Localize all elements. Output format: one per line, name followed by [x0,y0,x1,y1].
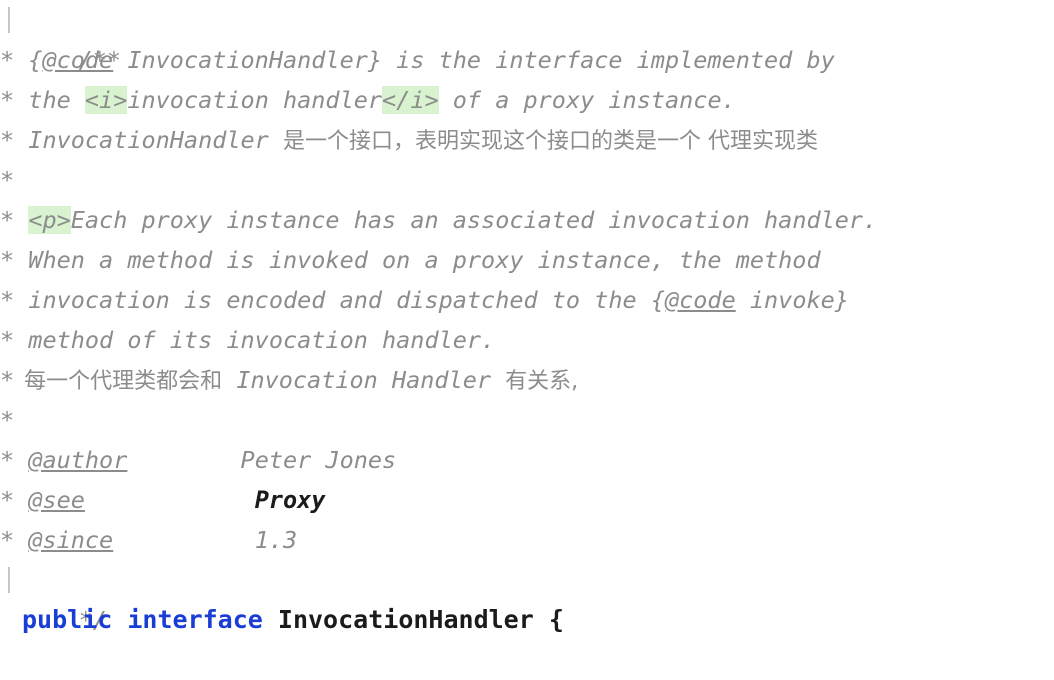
comment-text: Each proxy instance has an associated in… [70,206,878,234]
comment-text: { [14,46,43,74]
comment-text-cjk: 是一个接口，表明实现这个接口的类是一个 代理实现类 [282,129,818,154]
comment-text: invocation handler [127,86,383,114]
code-line: * 每一个代理类都会和 Invocation Handler 有关系, [0,360,1054,400]
comment-text-cjk: 每一个代理类都会和 [24,369,223,394]
javadoc-see-value[interactable]: Proxy [255,486,326,514]
fold-guide-icon[interactable] [8,7,10,33]
comment-asterisk: * [0,486,15,514]
keyword-public: public [22,605,113,634]
code-line: * method of its invocation handler. [0,320,1054,360]
comment-text: method of its invocation handler. [14,326,496,354]
javadoc-author-tag[interactable]: @author [28,446,127,474]
comment-gap [85,486,255,514]
code-line: * [0,160,1054,200]
comment-asterisk: * [0,86,15,114]
html-paragraph-tag: <p> [28,206,71,234]
code-line: * {@code InvocationHandler} is the inter… [0,40,1054,80]
comment-asterisk: * [0,246,15,274]
code-line: */ [0,560,1054,634]
javadoc-since-tag[interactable]: @since [28,526,113,554]
javadoc-see-tag[interactable]: @see [28,486,85,514]
comment-text: When a method is invoked on a proxy inst… [14,246,821,274]
comment-space [14,526,28,554]
type-name: InvocationHandler [277,605,534,634]
code-line: * @see Proxy [0,480,1054,520]
html-italic-open-tag: <i> [84,86,128,114]
code-line: * invocation is encoded and dispatched t… [0,280,1054,320]
code-line: * When a method is invoked on a proxy in… [0,240,1054,280]
javadoc-since-value: 1.3 [254,526,298,554]
comment-asterisk: * [0,366,15,394]
code-editor[interactable]: /** * {@code InvocationHandler} is the i… [0,0,1054,652]
comment-asterisk: * [0,446,15,474]
keyword-interface: interface [127,605,263,634]
comment-space [14,446,28,474]
code-line-declaration: public interface InvocationHandler { [0,600,1054,640]
comment-text-cjk: 有关系, [505,369,579,394]
comment-space [14,486,28,514]
comment-text [14,206,28,234]
comment-asterisk: * [0,126,15,154]
comment-text: InvocationHandler [14,126,283,154]
comment-text: invoke} [735,286,849,314]
comment-text: Invocation Handler [222,366,506,394]
comment-asterisk: * [0,326,15,354]
comment-asterisk: * [0,206,15,234]
code-line: * @author Peter Jones [0,440,1054,480]
comment-asterisk: * [0,46,15,74]
comment-text: the [14,86,85,114]
comment-asterisk: * [0,286,15,314]
html-italic-close-tag: </i> [382,86,439,114]
fold-guide-icon[interactable] [8,567,10,593]
code-line: * the <i>invocation handler</i> of a pro… [0,80,1054,120]
javadoc-code-tag[interactable]: @code [665,286,736,314]
open-brace: { [548,605,564,634]
comment-text: of a proxy instance. [438,86,736,114]
comment-text: invocation is encoded and dispatched to … [14,286,665,314]
comment-asterisk: * [0,526,15,554]
comment-gap [127,446,240,474]
javadoc-code-tag[interactable]: @code [42,46,113,74]
code-line: * <p>Each proxy instance has an associat… [0,200,1054,240]
comment-gap [113,526,254,554]
comment-text: InvocationHandler} is the interface impl… [113,46,835,74]
code-line: /** [0,0,1054,74]
comment-asterisk: * [0,406,15,434]
javadoc-author-value: Peter Jones [240,446,397,474]
code-line: * [0,400,1054,440]
code-line: * @since 1.3 [0,520,1054,560]
comment-asterisk: * [0,166,15,194]
code-line: * InvocationHandler 是一个接口，表明实现这个接口的类是一个 … [0,120,1054,160]
